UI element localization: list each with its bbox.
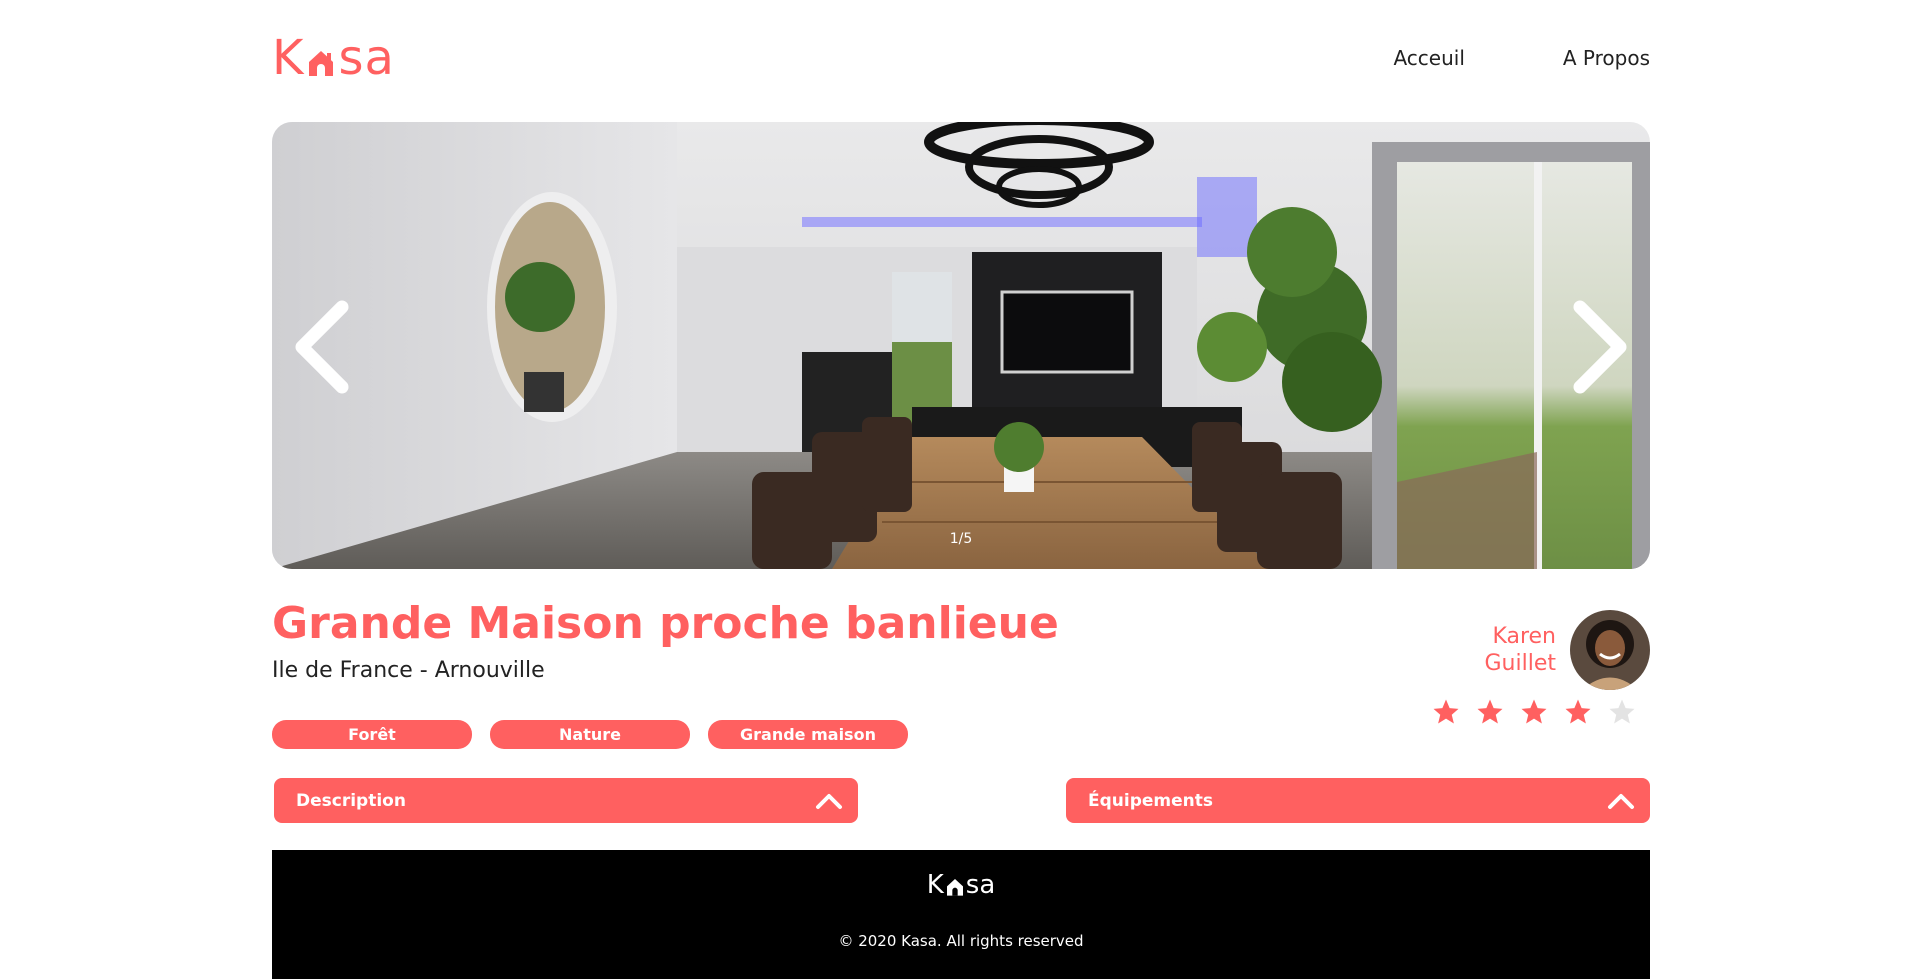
chevron-left-icon <box>295 300 349 394</box>
site-footer: K sa © 2020 Kasa. All rights reserved <box>272 850 1650 979</box>
chevron-up-icon <box>1608 793 1634 809</box>
footer-copyright: © 2020 Kasa. All rights reserved <box>838 932 1084 950</box>
collapse-description-header[interactable]: Description <box>274 778 858 823</box>
host-block: Karen Guillet <box>1485 610 1650 690</box>
house-icon <box>946 879 963 896</box>
star-icon-filled <box>1565 699 1591 724</box>
footer-logo: K sa <box>272 870 1650 900</box>
tag-item: Nature <box>490 720 690 749</box>
image-carousel: 1/5 <box>272 122 1650 569</box>
footer-logo-k: K <box>926 870 944 900</box>
listing-title: Grande Maison proche banlieue <box>272 598 1059 649</box>
site-header: K sa Acceuil A Propos <box>272 30 1650 90</box>
nav-link-home[interactable]: Acceuil <box>1393 46 1464 70</box>
carousel-prev-button[interactable] <box>282 292 372 402</box>
tag-item: Grande maison <box>708 720 908 749</box>
carousel-next-button[interactable] <box>1550 292 1640 402</box>
logo-letters-sa: sa <box>338 30 395 86</box>
listing-location: Ile de France - Arnouville <box>272 658 545 683</box>
footer-logo-sa: sa <box>965 870 996 900</box>
chevron-up-icon <box>816 793 842 809</box>
tag-item: Forêt <box>272 720 472 749</box>
tag-list: Forêt Nature Grande maison <box>272 720 908 749</box>
nav-link-about[interactable]: A Propos <box>1563 46 1650 70</box>
star-icon-filled <box>1433 699 1459 724</box>
star-icon-empty <box>1609 699 1635 724</box>
collapse-equipments-label: Équipements <box>1088 790 1214 811</box>
kasa-logo[interactable]: K sa <box>272 30 395 86</box>
chevron-right-icon <box>1573 300 1627 394</box>
star-icon-filled <box>1477 699 1503 724</box>
carousel-photo <box>272 122 1650 569</box>
rating-stars <box>1431 697 1637 727</box>
host-avatar <box>1570 610 1650 690</box>
host-name: Karen Guillet <box>1485 623 1557 677</box>
house-icon <box>306 38 336 78</box>
logo-letter-k: K <box>272 30 305 86</box>
collapse-description-label: Description <box>296 790 406 811</box>
collapse-equipments-header[interactable]: Équipements <box>1066 778 1650 823</box>
star-icon-filled <box>1521 699 1547 724</box>
main-nav: Acceuil A Propos <box>1393 46 1650 70</box>
host-last-name: Guillet <box>1484 651 1557 676</box>
host-first-name: Karen <box>1492 624 1556 649</box>
carousel-counter: 1/5 <box>949 531 973 547</box>
